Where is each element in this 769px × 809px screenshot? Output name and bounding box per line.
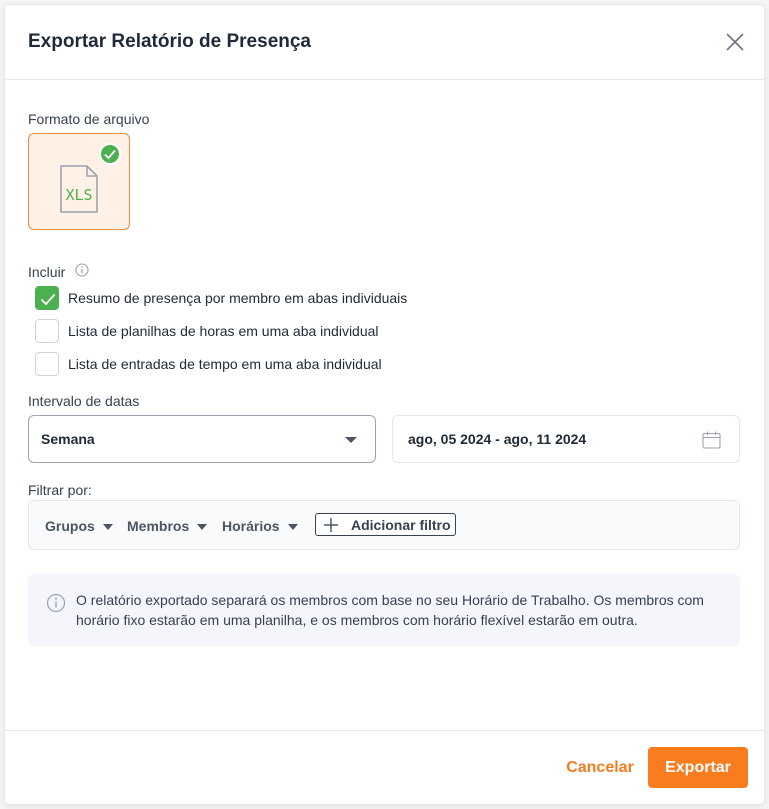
info-icon bbox=[46, 593, 66, 613]
date-range-picker[interactable]: ago, 05 2024 - ago, 11 2024 bbox=[392, 415, 740, 463]
filter-schedules-dropdown[interactable]: Horários bbox=[222, 518, 298, 534]
notice-text: O relatório exportado separará os membro… bbox=[76, 592, 704, 628]
period-select[interactable]: Semana bbox=[28, 415, 376, 463]
add-filter-button[interactable]: Adicionar filtro bbox=[315, 513, 456, 536]
checkbox-unchecked[interactable] bbox=[35, 352, 59, 376]
filter-dropdown-label: Membros bbox=[127, 518, 190, 534]
include-label: Incluir bbox=[28, 264, 66, 280]
include-option-timesheets[interactable]: Lista de planilhas de horas em uma aba i… bbox=[35, 319, 635, 343]
footer-divider bbox=[5, 730, 764, 731]
include-option-summary[interactable]: Resumo de presença por membro em abas in… bbox=[35, 286, 635, 310]
dialog-title: Exportar Relatório de Presença bbox=[28, 31, 311, 52]
filter-groups-dropdown[interactable]: Grupos bbox=[45, 518, 113, 534]
check-icon bbox=[40, 293, 56, 306]
plus-icon bbox=[324, 518, 338, 532]
caret-down-icon bbox=[102, 524, 113, 531]
include-option-label: Lista de planilhas de horas em uma aba i… bbox=[68, 323, 379, 339]
file-format-label: Formato de arquivo bbox=[28, 111, 150, 127]
caret-down-icon bbox=[287, 524, 298, 531]
close-button[interactable] bbox=[724, 31, 746, 53]
checkbox-checked[interactable] bbox=[35, 286, 59, 310]
close-icon bbox=[726, 33, 744, 51]
caret-down-icon bbox=[197, 524, 208, 531]
add-filter-label: Adicionar filtro bbox=[351, 517, 451, 533]
date-range-label: Intervalo de datas bbox=[28, 393, 140, 409]
export-dialog: Exportar Relatório de Presença Formato d… bbox=[5, 5, 764, 804]
xls-label: XLS bbox=[65, 186, 92, 204]
filter-dropdown-label: Grupos bbox=[45, 518, 95, 534]
date-range-value: ago, 05 2024 - ago, 11 2024 bbox=[408, 431, 587, 447]
notice-box: O relatório exportado separará os membro… bbox=[28, 574, 740, 646]
include-option-label: Resumo de presença por membro em abas in… bbox=[68, 290, 408, 306]
calendar-icon bbox=[702, 431, 721, 449]
info-icon[interactable] bbox=[75, 263, 89, 277]
checkbox-unchecked[interactable] bbox=[35, 319, 59, 343]
filter-dropdown-label: Horários bbox=[222, 518, 280, 534]
export-button[interactable]: Exportar bbox=[648, 747, 748, 788]
filter-label: Filtrar por: bbox=[28, 482, 92, 498]
caret-down-icon bbox=[345, 437, 357, 443]
dialog-header: Exportar Relatório de Presença bbox=[5, 5, 764, 80]
xls-file-icon: XLS bbox=[60, 165, 98, 213]
filter-bar: Grupos Membros Horários Adicionar filtro bbox=[28, 500, 740, 550]
filter-members-dropdown[interactable]: Membros bbox=[127, 518, 208, 534]
include-option-time-entries[interactable]: Lista de entradas de tempo em uma aba in… bbox=[35, 352, 635, 376]
format-option-xls[interactable]: XLS bbox=[28, 133, 130, 230]
include-option-label: Lista de entradas de tempo em uma aba in… bbox=[68, 356, 382, 372]
period-value: Semana bbox=[41, 431, 95, 447]
cancel-button[interactable]: Cancelar bbox=[560, 748, 640, 788]
selected-check-icon bbox=[99, 143, 121, 165]
